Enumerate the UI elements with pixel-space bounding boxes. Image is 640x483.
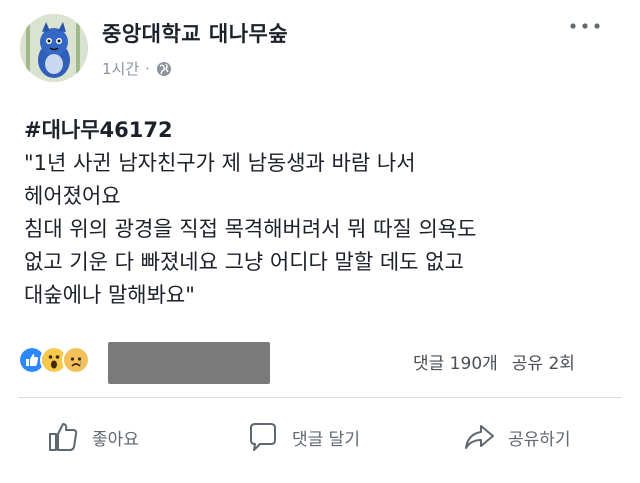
post-line: 헤어졌어요 <box>24 184 121 208</box>
comment-count[interactable]: 댓글 190개 <box>413 349 498 374</box>
post-hashtag[interactable]: #대나무46172 <box>24 114 624 147</box>
comment-button[interactable]: 댓글 달기 <box>246 420 360 454</box>
post-text: #대나무46172 "1년 사귄 남자친구가 제 남동생과 바람 나서 헤어졌어… <box>24 114 624 312</box>
comment-label: 댓글 달기 <box>292 429 360 450</box>
sad-reaction-icon <box>62 346 90 374</box>
post-time[interactable]: 1시간 <box>102 58 139 79</box>
more-horizontal-icon <box>570 23 600 29</box>
post-counts: 댓글 190개 공유 2회 <box>413 349 575 374</box>
page-avatar[interactable] <box>20 14 88 82</box>
globe-icon <box>156 61 171 76</box>
separator-dot: · <box>145 59 150 78</box>
comment-bubble-icon <box>250 423 276 451</box>
share-label: 공유하기 <box>508 429 571 450</box>
facebook-post: 중앙대학교 대나무숲 1시간 · #대나무46172 "1년 사귄 남자친구가 … <box>0 0 640 483</box>
post-line: 없고 기운 다 빠졌네요 그냥 어디다 말할 데도 없고 <box>24 250 464 274</box>
share-arrow-icon <box>465 425 494 449</box>
more-options-button[interactable] <box>568 12 602 37</box>
divider <box>18 397 622 398</box>
bamboo-mascot-icon <box>20 14 88 82</box>
redacted-names-block <box>108 342 270 384</box>
post-line: "1년 사귄 남자친구가 제 남동생과 바람 나서 <box>24 151 416 175</box>
thumbs-up-icon <box>49 423 78 451</box>
page-name[interactable]: 중앙대학교 대나무숲 <box>102 18 288 48</box>
post-line: 침대 위의 광경을 직접 목격해버려서 뭐 따질 의욕도 <box>24 217 477 241</box>
like-label: 좋아요 <box>92 429 139 450</box>
reaction-summary[interactable] <box>18 346 90 374</box>
post-line: 대숲에나 말해봐요" <box>24 283 195 307</box>
share-button[interactable]: 공유하기 <box>462 420 571 454</box>
like-button[interactable]: 좋아요 <box>46 420 139 454</box>
post-meta: 1시간 · <box>102 58 172 79</box>
share-count[interactable]: 공유 2회 <box>512 349 575 374</box>
